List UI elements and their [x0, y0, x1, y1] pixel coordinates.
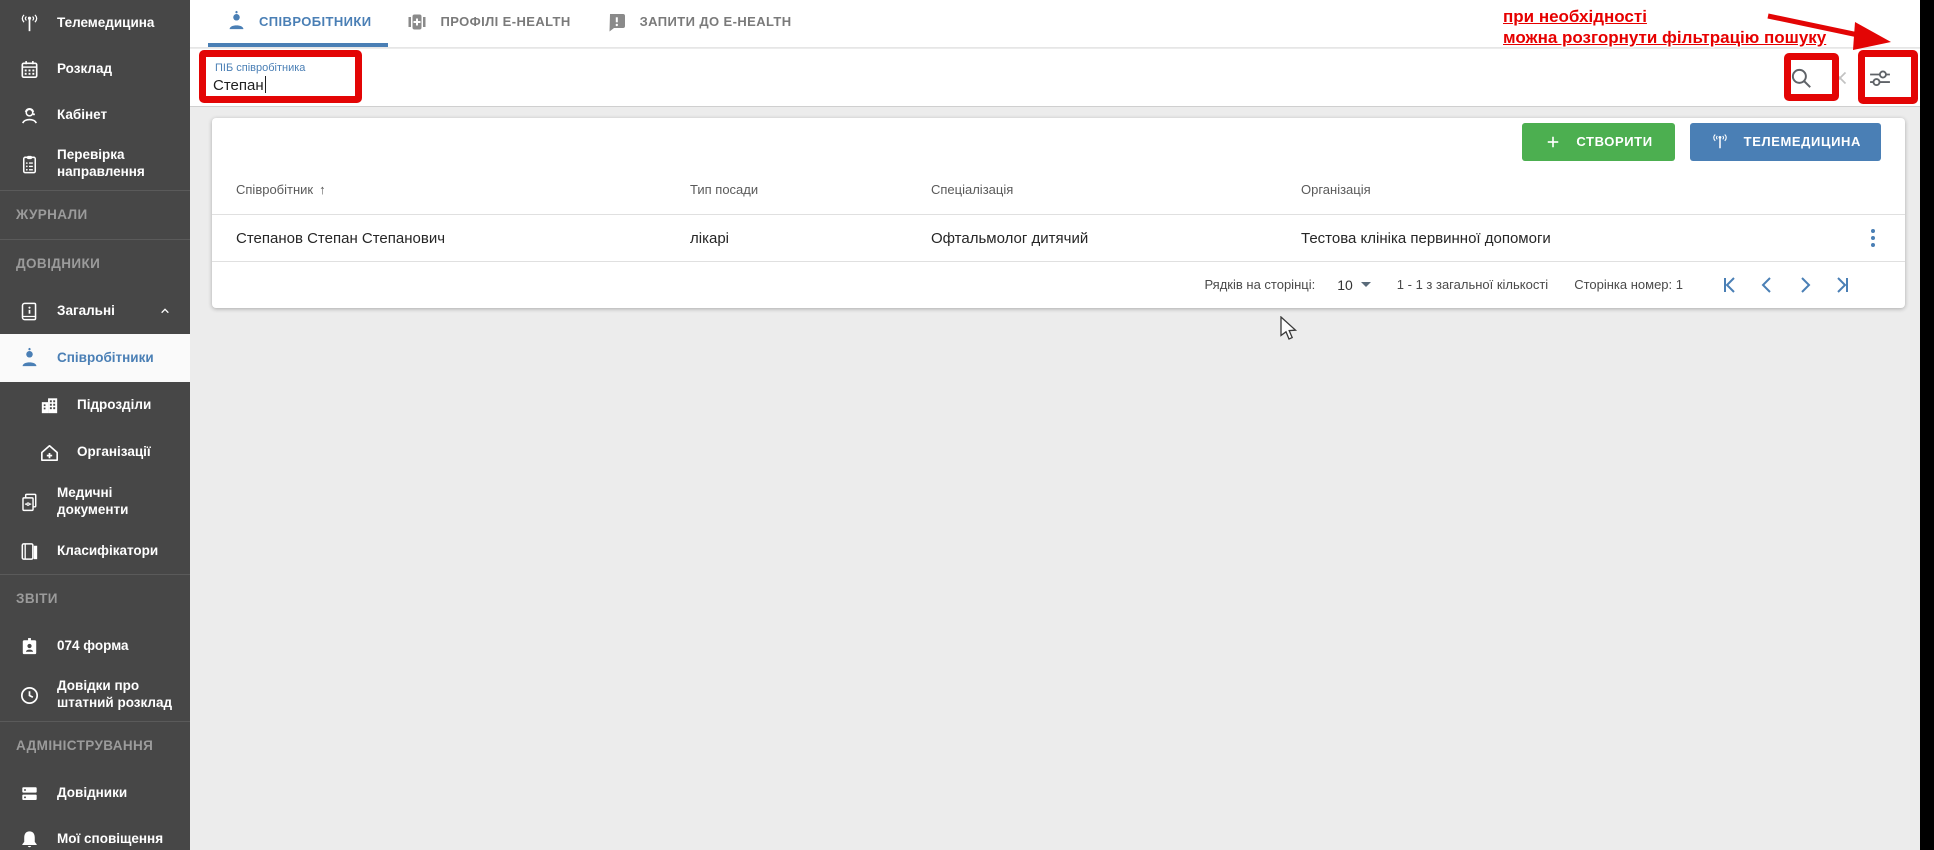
- sidebar-item-довідки-про-штатний-розклад[interactable]: Довідки про штатний розклад: [0, 669, 190, 721]
- screen-right-edge: [1920, 0, 1934, 850]
- badge-icon: [16, 635, 42, 658]
- cell-співробітник: Степанов Степан Степанович: [236, 230, 690, 247]
- sidebar-item-перевірка-направлення[interactable]: Перевірка направлення: [0, 138, 190, 190]
- clear-icon[interactable]: [1829, 67, 1851, 89]
- telemedicine-button[interactable]: ТЕЛЕМЕДИЦИНА: [1690, 123, 1881, 161]
- employees-card: СТВОРИТИ ТЕЛЕМЕДИЦИНА Співробітник↑Тип п…: [212, 118, 1905, 308]
- previous-page-button[interactable]: [1753, 271, 1781, 299]
- person-icon: [225, 10, 248, 33]
- sidebar-item-загальні[interactable]: Загальні: [0, 288, 190, 334]
- sidebar-section-адміністрування: АДМІНІСТРУВАННЯ: [0, 722, 190, 770]
- sidebar-item-довідники[interactable]: Довідники: [0, 770, 190, 816]
- person-icon: [16, 347, 42, 370]
- filter-icon[interactable]: [1866, 64, 1894, 92]
- rows-per-page: Рядків на сторінці: 10: [1204, 277, 1370, 293]
- sidebar-item-медичні-документи[interactable]: Медичні документи: [0, 476, 190, 528]
- building-icon: [36, 394, 62, 417]
- column-header-організація[interactable]: Організація: [1301, 182, 1831, 197]
- column-header-тип-посади[interactable]: Тип посади: [690, 182, 931, 197]
- sidebar-item-класифікатори[interactable]: Класифікатори: [0, 528, 190, 574]
- doctor-icon: [16, 104, 42, 127]
- sidebar-item-організації[interactable]: Організації: [0, 429, 190, 476]
- pagination: Рядків на сторінці: 10 1 - 1 з загальної…: [212, 262, 1905, 307]
- caret-down-icon: [1361, 282, 1371, 287]
- pagination-nav: [1715, 271, 1857, 299]
- pagination-range: 1 - 1 з загальної кількості: [1397, 277, 1548, 292]
- clock-icon: [16, 684, 42, 707]
- table-row[interactable]: Степанов Степан СтепановичлікаріОфтальмо…: [212, 215, 1905, 262]
- sidebar-item-підрозділи[interactable]: Підрозділи: [0, 382, 190, 429]
- column-header-співробітник[interactable]: Співробітник↑: [236, 182, 690, 197]
- search-bar: ПІБ співробітника Степан: [190, 49, 1920, 107]
- table-body: Степанов Степан СтепановичлікаріОфтальмо…: [212, 215, 1905, 262]
- rows-per-page-select[interactable]: 10: [1337, 277, 1371, 293]
- tab-запити-до-e-health[interactable]: ЗАПИТИ ДО E-HEALTH: [588, 0, 809, 47]
- tab-співробітники[interactable]: СПІВРОБІТНИКИ: [208, 0, 388, 47]
- list-icon: [16, 782, 42, 805]
- sidebar-item-мої-сповіщення[interactable]: Мої сповіщення: [0, 816, 190, 850]
- search-input[interactable]: Степан: [213, 76, 266, 94]
- last-page-button[interactable]: [1829, 271, 1857, 299]
- cell-організація: Тестова клініка первинної допомоги: [1301, 230, 1831, 247]
- sidebar-section-звіти: ЗВІТИ: [0, 575, 190, 623]
- column-header-спеціалізація[interactable]: Спеціалізація: [931, 182, 1301, 197]
- card-toolbar: СТВОРИТИ ТЕЛЕМЕДИЦИНА: [212, 118, 1905, 165]
- books-icon: [16, 540, 42, 563]
- search-icon[interactable]: [1788, 65, 1814, 91]
- pagination-page-number: Сторінка номер: 1: [1574, 277, 1683, 292]
- rows-per-page-label: Рядків на сторінці:: [1204, 277, 1315, 292]
- sort-asc-icon: ↑: [319, 182, 326, 197]
- cell-тип-посади: лікарі: [690, 230, 931, 247]
- row-menu-button[interactable]: [1865, 223, 1881, 253]
- annotation-arrow: [1765, 10, 1897, 54]
- sidebar-section-довідники: ДОВІДНИКИ: [0, 240, 190, 288]
- sidebar: ТелемедицинаРозкладКабінетПеревірка напр…: [0, 0, 190, 850]
- next-page-button[interactable]: [1791, 271, 1819, 299]
- sidebar-item-розклад[interactable]: Розклад: [0, 46, 190, 92]
- documents-icon: [16, 491, 42, 514]
- first-page-button[interactable]: [1715, 271, 1743, 299]
- cell-спеціалізація: Офтальмолог дитячий: [931, 230, 1301, 247]
- search-bar-actions: [1788, 49, 1894, 106]
- clipboard-icon: [16, 153, 42, 176]
- mouse-cursor: [1278, 316, 1300, 342]
- profile-icon: [405, 10, 429, 34]
- calendar-icon: [16, 58, 42, 81]
- tab-профілі-e-health[interactable]: ПРОФІЛІ E-HEALTH: [388, 0, 587, 47]
- sidebar-item-кабінет[interactable]: Кабінет: [0, 92, 190, 138]
- sidebar-item-телемедицина[interactable]: Телемедицина: [0, 0, 190, 46]
- search-field-label: ПІБ співробітника: [215, 62, 305, 74]
- book-info-icon: [16, 300, 42, 323]
- antenna-icon: [16, 12, 42, 35]
- main-content: СПІВРОБІТНИКИПРОФІЛІ E-HEALTHЗАПИТИ ДО E…: [190, 0, 1920, 850]
- home-plus-icon: [36, 441, 62, 464]
- text-cursor: [265, 76, 267, 93]
- create-button[interactable]: СТВОРИТИ: [1522, 123, 1674, 161]
- chevron-up-icon: [152, 303, 178, 319]
- app-root: { "colors": { "accent_blue": "#4a7fb5", …: [0, 0, 1934, 850]
- sidebar-section-журнали: ЖУРНАЛИ: [0, 191, 190, 239]
- sidebar-item-співробітники[interactable]: Співробітники: [0, 334, 190, 382]
- sidebar-item-074-форма[interactable]: 074 форма: [0, 623, 190, 669]
- table-header: Співробітник↑Тип посадиСпеціалізаціяОрга…: [212, 165, 1905, 215]
- plus-icon: [1544, 133, 1562, 151]
- bell-icon: [16, 828, 42, 850]
- message-alert-icon: [605, 10, 629, 34]
- antenna-icon: [1710, 132, 1730, 152]
